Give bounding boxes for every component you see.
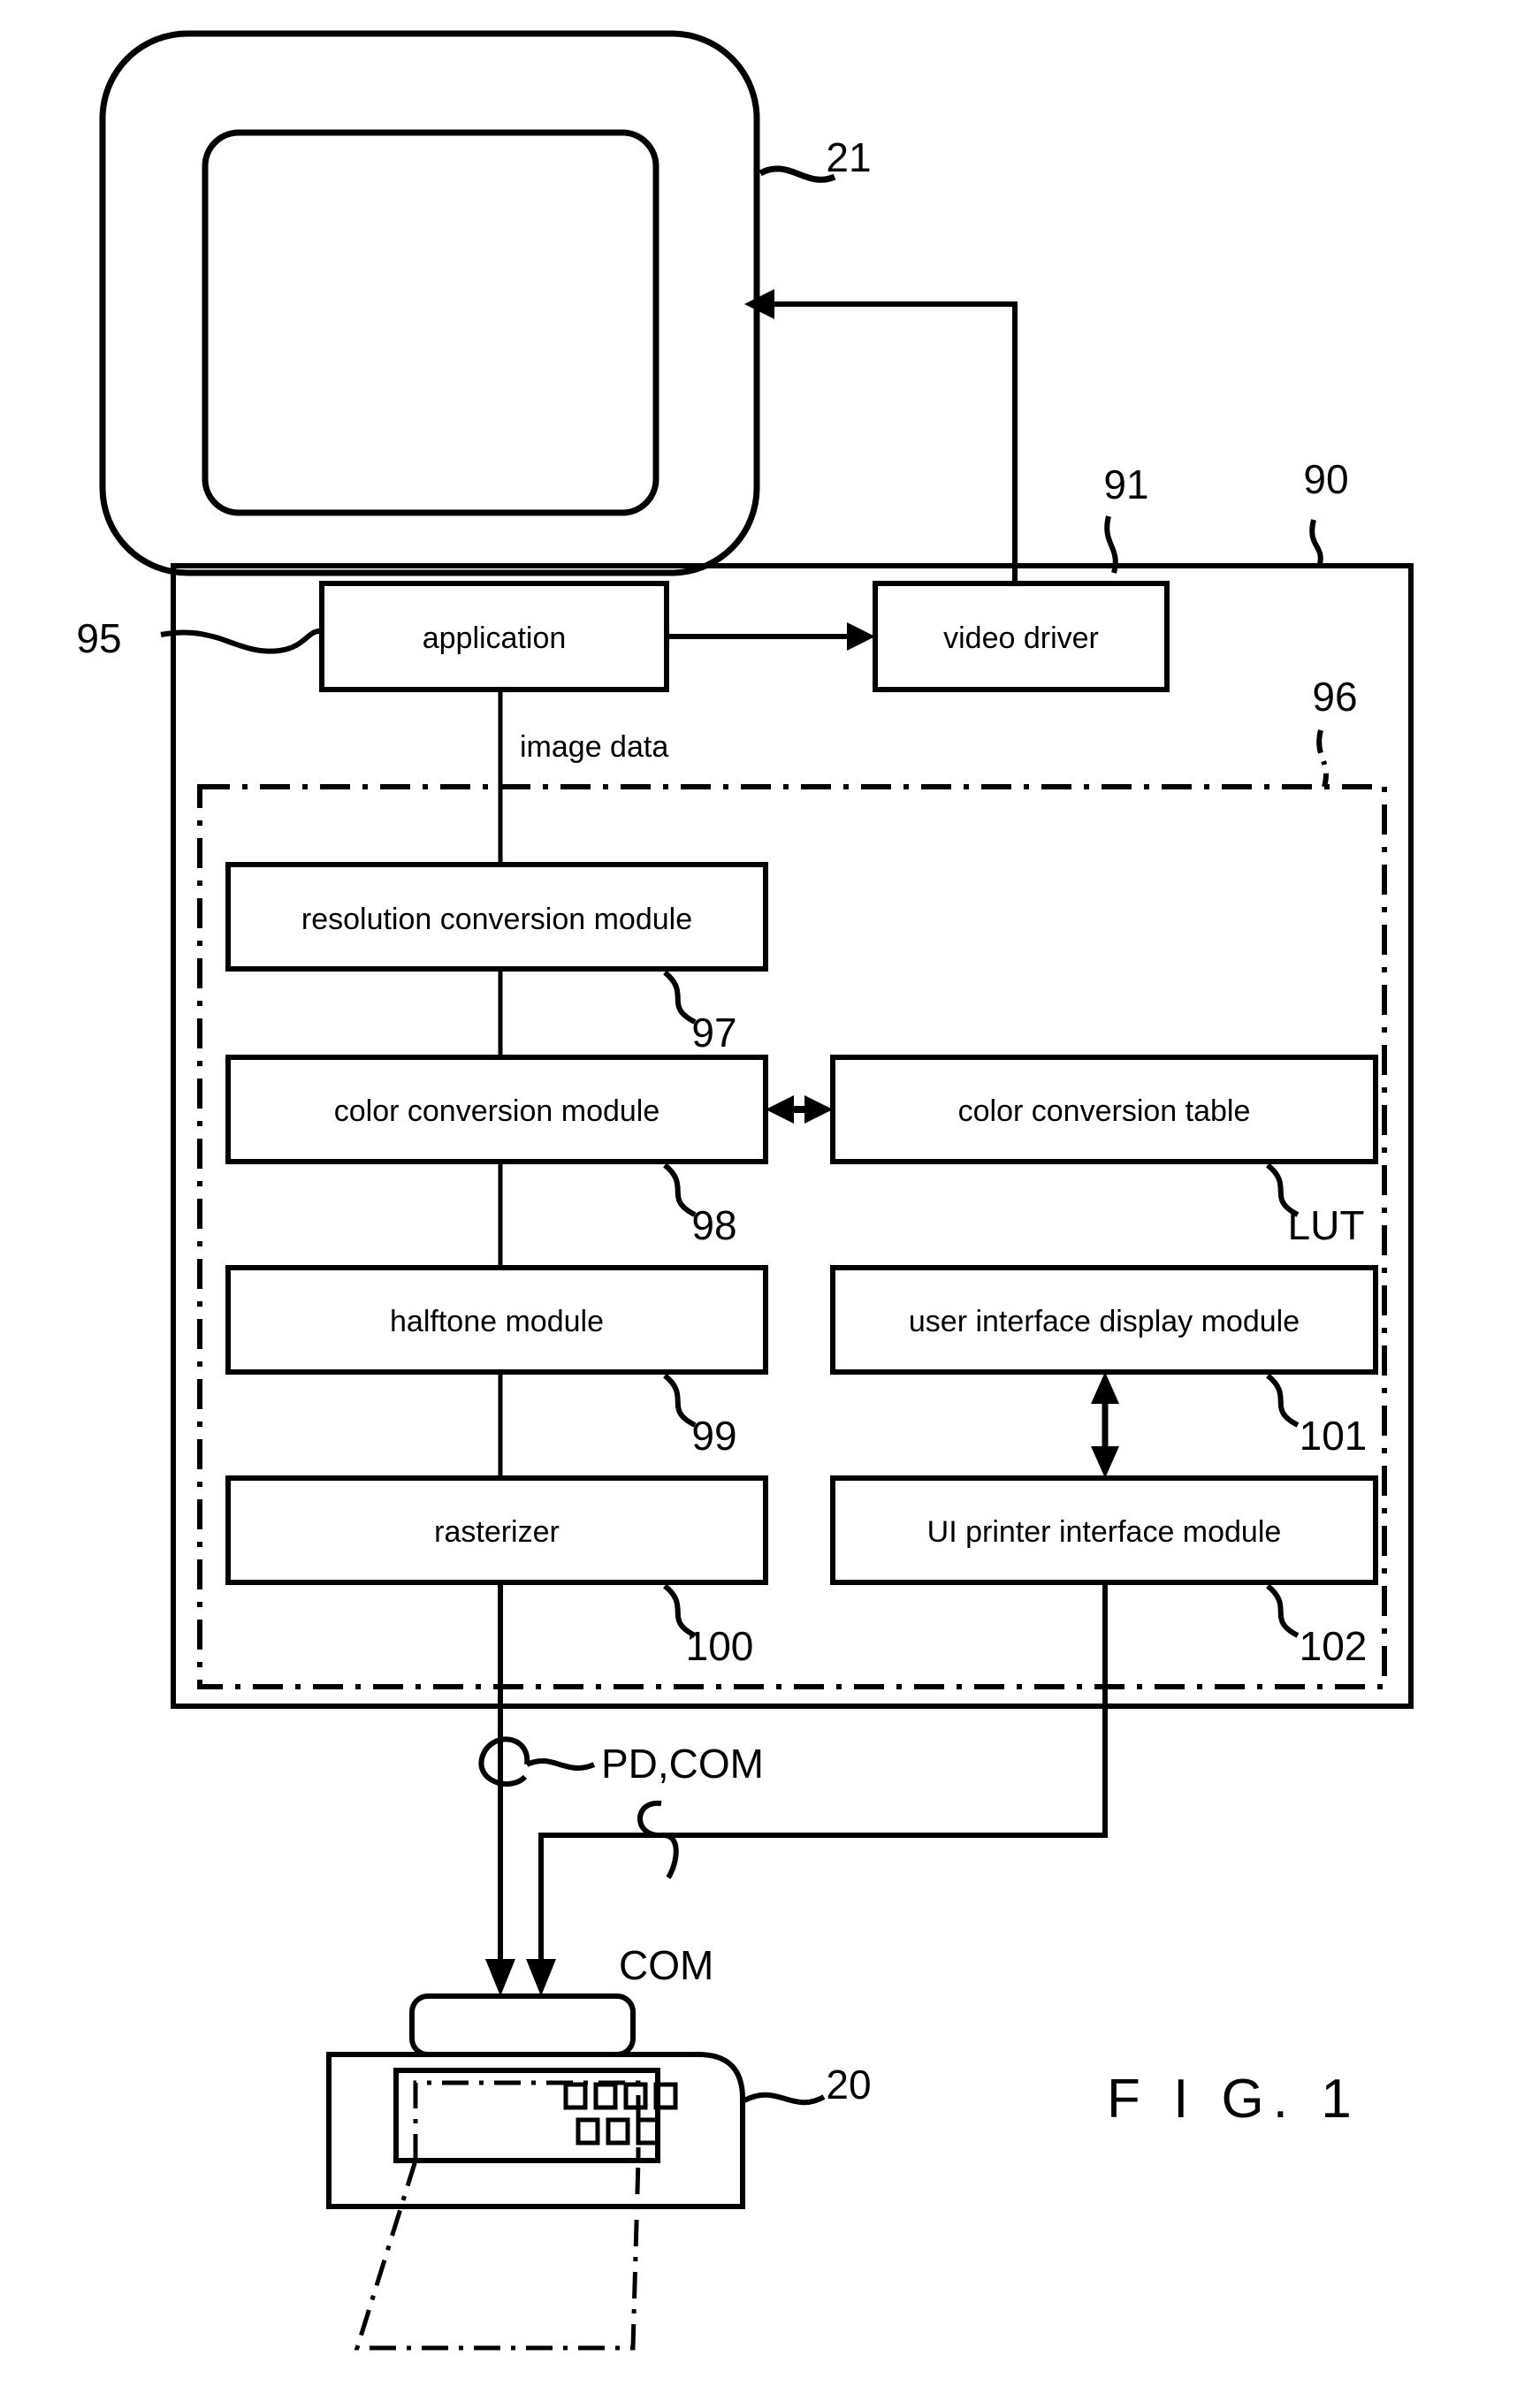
ref-numeral-102: 102: [1299, 1623, 1368, 1669]
arrowhead-ui-display-up: [1091, 1372, 1119, 1404]
ref-numeral-20: 20: [826, 2062, 872, 2108]
label-video-driver: video driver: [943, 621, 1099, 655]
squiggle-marker-pd-com: [478, 1736, 530, 1787]
leader-line-98: [663, 1162, 697, 1217]
printer-button[interactable]: [606, 2117, 630, 2146]
leader-line-102: [1266, 1583, 1300, 1638]
ref-numeral-91: 91: [1103, 461, 1149, 507]
printer-paper-feeder: [409, 1993, 636, 2057]
label-ui-display-module: user interface display module: [908, 1305, 1300, 1338]
printer-button[interactable]: [623, 2082, 648, 2110]
ref-numeral-100: 100: [685, 1623, 754, 1669]
ref-numeral-96: 96: [1312, 674, 1358, 720]
leader-line-pd-com: [525, 1757, 596, 1772]
line-video-driver-to-monitor: [773, 301, 1018, 583]
printer-button[interactable]: [636, 2117, 660, 2146]
ref-numeral-lut: LUT: [1287, 1202, 1365, 1248]
printer-paper-output: [354, 2160, 641, 2351]
leader-line-97: [663, 970, 697, 1025]
leader-line-101: [1266, 1373, 1300, 1428]
monitor-screen: [202, 129, 659, 516]
ref-numeral-101: 101: [1299, 1413, 1368, 1459]
label-color-conversion-table: color conversion table: [957, 1094, 1251, 1128]
arrowhead-color-module-left: [766, 1095, 794, 1124]
ref-numeral-97: 97: [691, 1010, 737, 1056]
arrowhead-video-driver: [847, 622, 875, 651]
arrowhead-printer-pd: [485, 1959, 515, 1996]
arrowhead-printer-com: [526, 1959, 556, 1996]
monitor-graphic: [99, 30, 760, 576]
printer-paper-inside: [413, 2080, 641, 2161]
leader-line-90: [1309, 519, 1323, 568]
label-rasterizer: rasterizer: [434, 1515, 560, 1549]
ref-numeral-99: 99: [691, 1413, 737, 1459]
ref-numeral-95: 95: [76, 615, 122, 661]
ref-numeral-90: 90: [1303, 456, 1349, 502]
printer-button[interactable]: [576, 2117, 600, 2146]
leader-line-96: [1316, 729, 1329, 788]
label-halftone-module: halftone module: [390, 1305, 604, 1338]
label-pd-com: PD,COM: [601, 1741, 764, 1787]
arrowhead-ui-printer-down: [1091, 1446, 1119, 1478]
ref-numeral-21: 21: [826, 134, 872, 180]
patent-figure-canvas: 21 90 91 96 95 97 98 LUT 99 101 100 102 …: [0, 0, 1540, 2401]
label-com: COM: [619, 1942, 714, 1988]
label-image-data: image data: [520, 730, 669, 764]
label-color-conversion-module: color conversion module: [333, 1094, 660, 1128]
leader-line-99: [663, 1373, 697, 1428]
label-application: application: [422, 621, 567, 655]
ref-numeral-98: 98: [691, 1202, 737, 1248]
figure-vector-layer: [99, 30, 1414, 2351]
printer-graphic: [326, 1993, 826, 2351]
printer-button[interactable]: [563, 2082, 588, 2110]
arrowhead-color-table-right: [804, 1095, 833, 1124]
leader-line-95: [160, 628, 323, 654]
label-resolution-conversion-module: resolution conversion module: [301, 903, 693, 936]
printer-body: [326, 2052, 745, 2209]
label-ui-printer-interface-module: UI printer interface module: [926, 1515, 1282, 1549]
squiggle-marker-com: [637, 1800, 679, 1879]
leader-line-20: [743, 2092, 826, 2106]
printer-button[interactable]: [593, 2082, 618, 2110]
leader-line-21: [759, 165, 836, 183]
figure-title: F I G. 1: [1107, 2069, 1361, 2130]
